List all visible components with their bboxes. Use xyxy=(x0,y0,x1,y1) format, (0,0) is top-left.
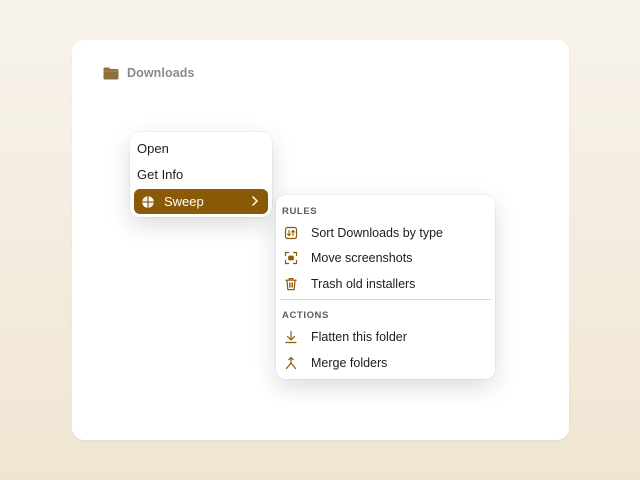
menu-item-label: Trash old installers xyxy=(311,277,416,291)
menu-item-flatten-folder[interactable]: Flatten this folder xyxy=(276,325,495,349)
window-title: Downloads xyxy=(127,66,195,80)
merge-icon xyxy=(285,356,297,370)
sort-icon xyxy=(284,226,298,240)
menu-item-label: Flatten this folder xyxy=(311,330,407,344)
menu-item-label: Move screenshots xyxy=(311,251,413,265)
section-header-actions: ACTIONS xyxy=(282,310,329,321)
menu-item-label: Sweep xyxy=(164,194,204,209)
menu-item-label: Sort Downloads by type xyxy=(311,226,444,240)
menu-item-label: Open xyxy=(137,140,169,156)
context-menu: Open Get Info Sweep xyxy=(130,132,272,217)
folder-icon xyxy=(103,67,119,79)
menu-item-move-screenshots[interactable]: Move screenshots xyxy=(276,246,495,270)
window-header: Downloads xyxy=(103,66,195,80)
section-header-rules: RULES xyxy=(282,206,318,217)
trash-icon xyxy=(285,278,297,291)
menu-item-merge-folders[interactable]: Merge folders xyxy=(276,351,495,375)
menu-divider xyxy=(280,299,491,300)
menu-item-sort-downloads[interactable]: Sort Downloads by type xyxy=(276,221,495,245)
menu-item-open[interactable]: Open xyxy=(136,136,266,160)
menu-item-label: Get Info xyxy=(137,166,184,182)
menu-item-label: Merge folders xyxy=(311,356,388,370)
flatten-icon xyxy=(285,330,297,344)
menu-item-trash-old-installers[interactable]: Trash old installers xyxy=(276,272,495,296)
screenshot-icon xyxy=(284,251,298,265)
sweep-submenu: RULES Sort Downloads by type Move screen… xyxy=(276,195,495,379)
menu-item-get-info[interactable]: Get Info xyxy=(136,162,266,186)
menu-item-sweep[interactable]: Sweep xyxy=(134,189,268,214)
chevron-right-icon xyxy=(252,196,258,206)
sweep-icon xyxy=(142,195,154,208)
